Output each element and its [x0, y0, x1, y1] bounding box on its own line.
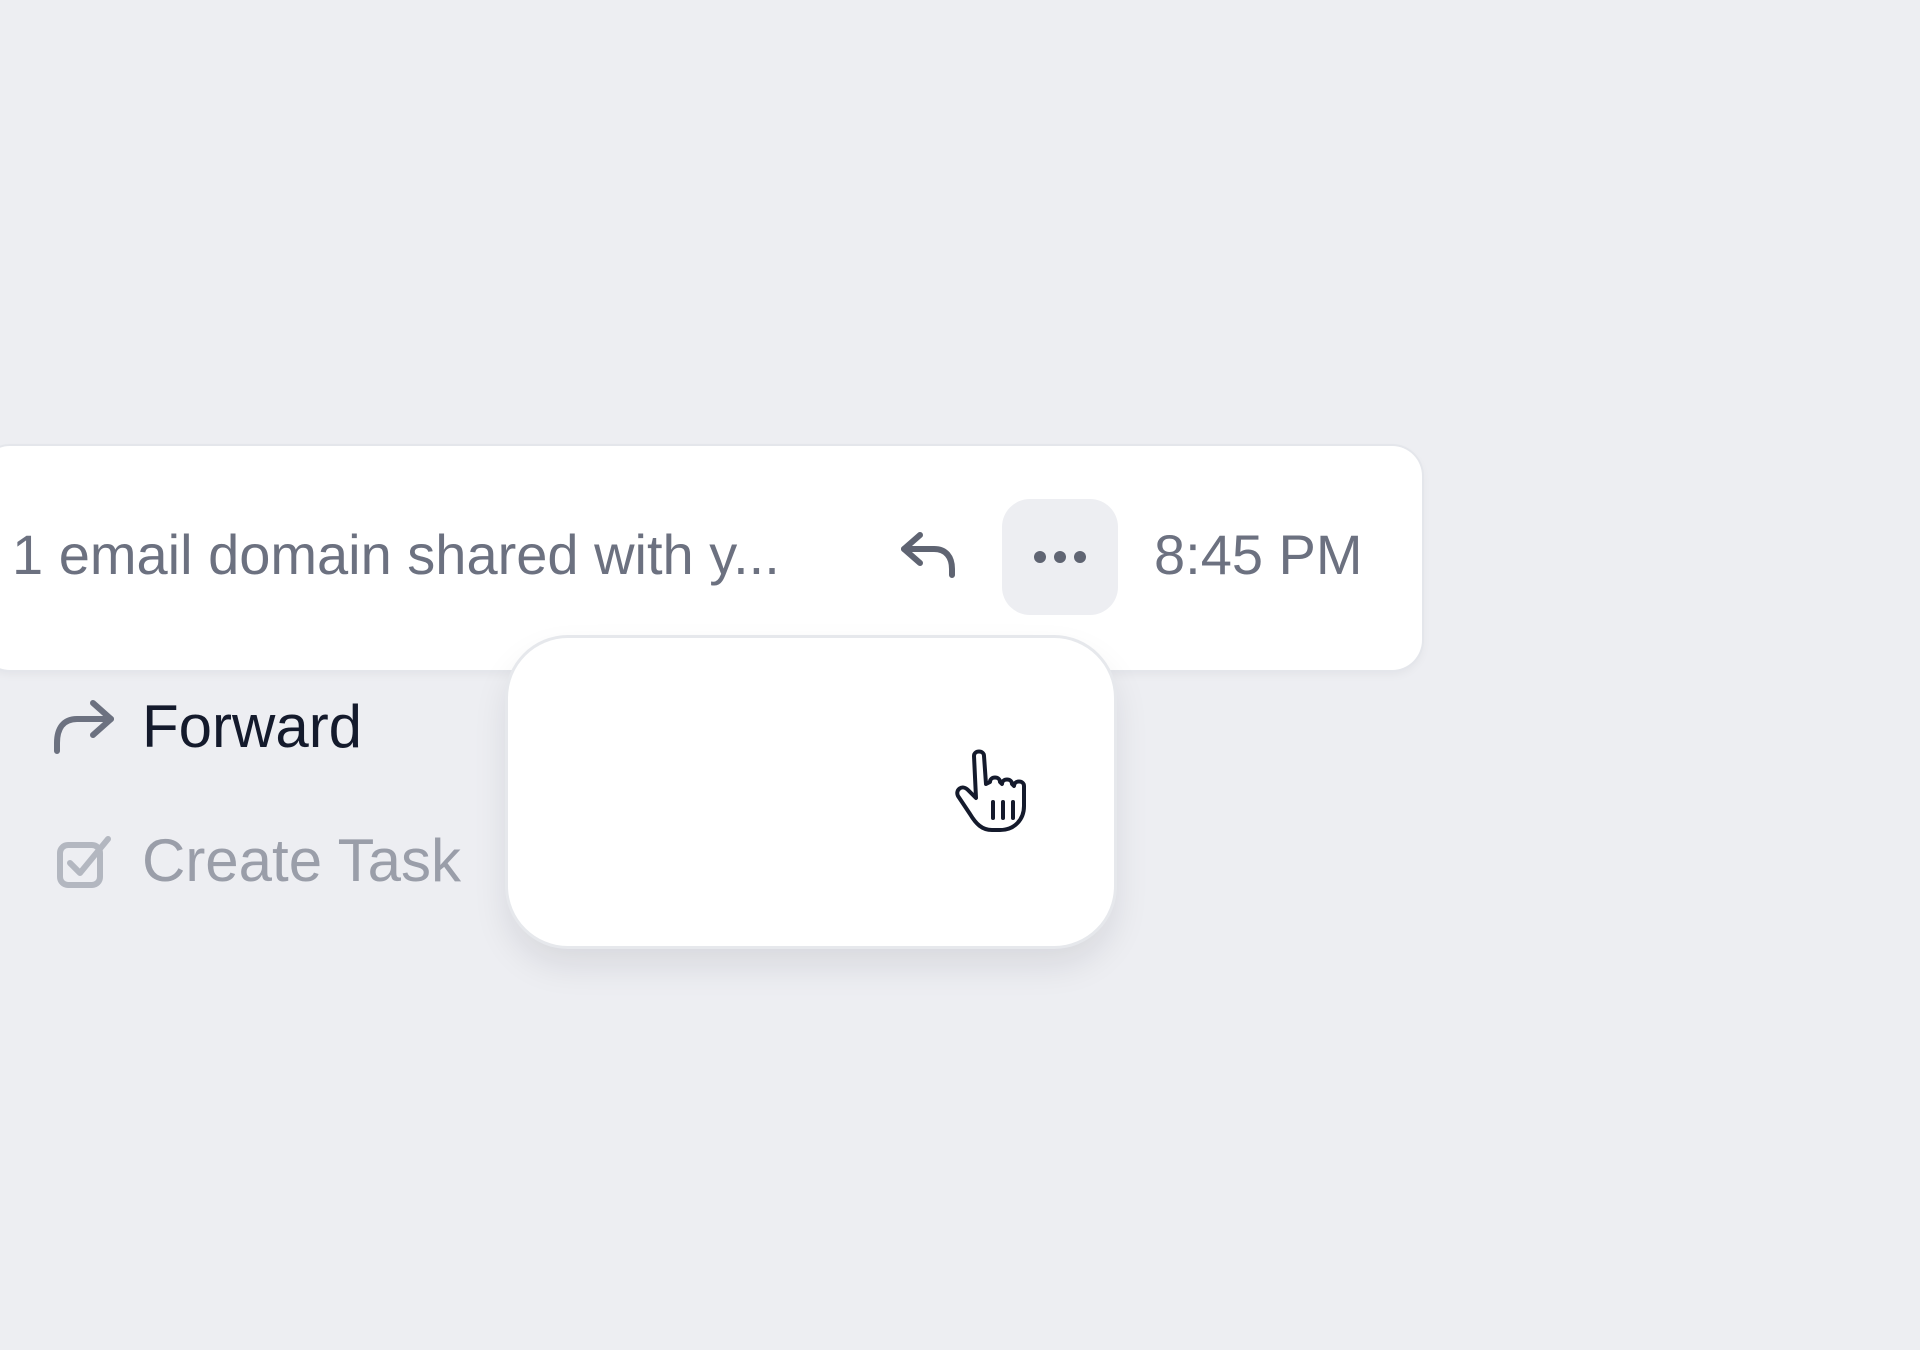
more-options-menu — [508, 638, 1114, 946]
more-horizontal-icon — [1034, 551, 1086, 563]
forward-icon — [44, 687, 124, 767]
email-time: 8:45 PM — [1154, 523, 1363, 586]
more-options-button[interactable] — [1002, 499, 1118, 615]
menu-item-forward-label: Forward — [142, 693, 363, 760]
menu-item-create-task[interactable]: Create Task — [44, 816, 564, 906]
reply-button[interactable] — [888, 525, 968, 585]
menu-item-forward[interactable]: Forward — [44, 682, 564, 772]
reply-icon — [901, 532, 955, 578]
email-subject[interactable]: 1 email domain shared with y... — [12, 525, 780, 585]
menu-item-create-task-label: Create Task — [142, 827, 462, 894]
checkbox-icon — [44, 821, 124, 901]
